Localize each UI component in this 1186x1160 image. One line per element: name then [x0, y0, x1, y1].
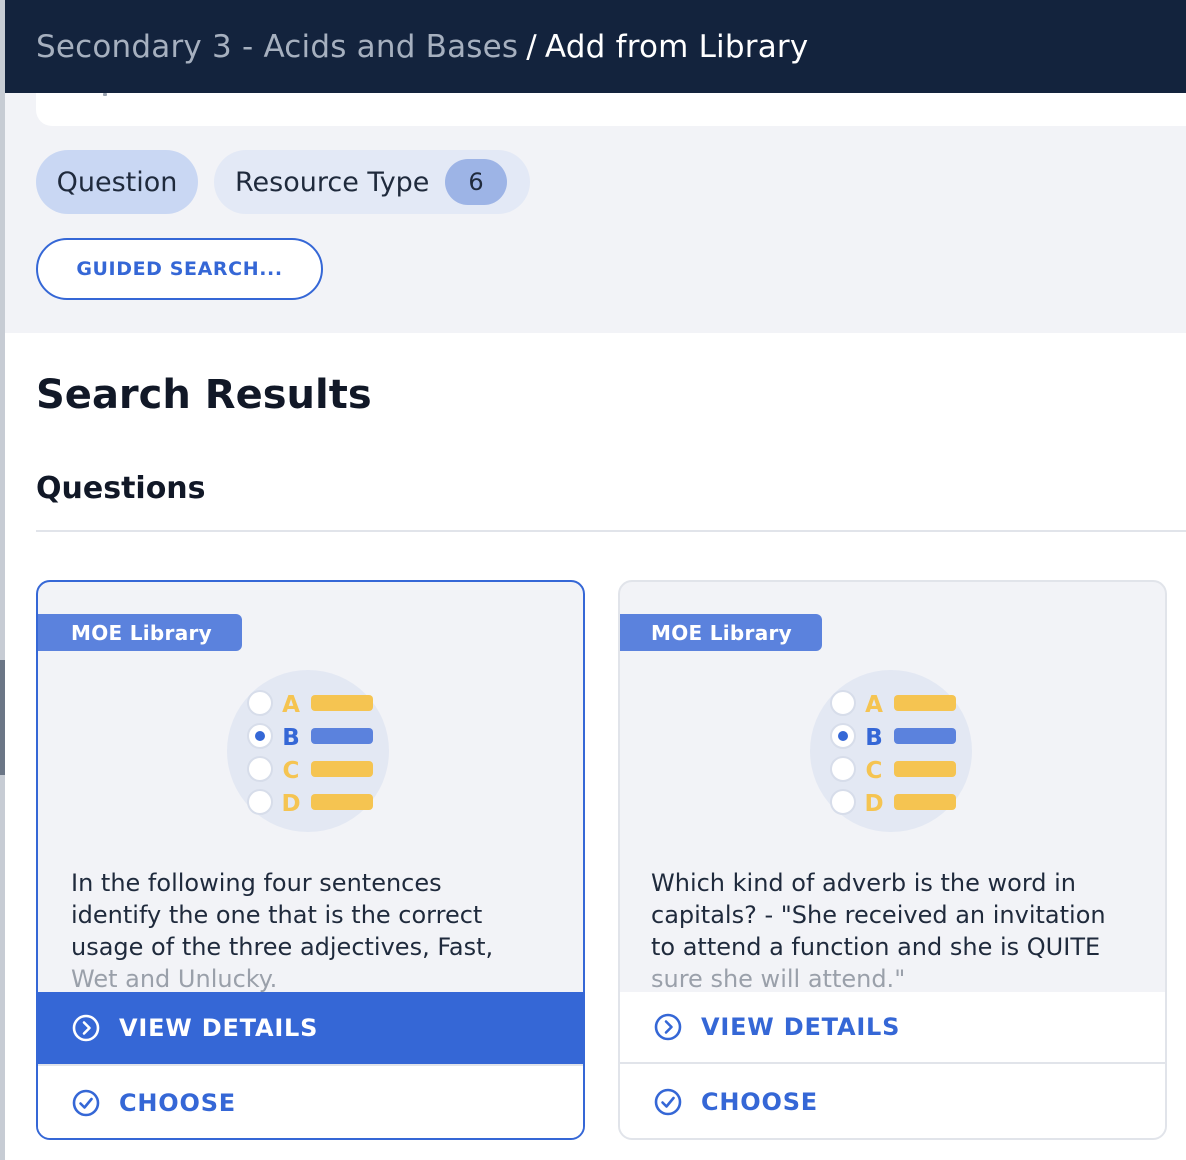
filter-chip-resource-label: Resource Type	[235, 166, 430, 198]
question-text-main: In the following four sentences identify…	[71, 869, 494, 961]
library-badge: MOE Library	[38, 614, 242, 651]
svg-text:B: B	[282, 725, 300, 751]
svg-text:C: C	[283, 758, 300, 784]
breadcrumb-course[interactable]: Secondary 3 - Acids and Bases	[36, 29, 518, 65]
question-text: Which kind of adverb is the word in capi…	[651, 867, 1121, 995]
view-details-label: VIEW DETAILS	[701, 1013, 901, 1041]
chevron-circle-right-icon	[71, 1013, 101, 1043]
multiple-choice-icon: A B C D	[810, 670, 972, 832]
modal-header: Secondary 3 - Acids and Bases / Add from…	[5, 0, 1186, 93]
filter-chip-question[interactable]: Question	[36, 150, 198, 214]
svg-text:A: A	[282, 692, 300, 718]
svg-text:D: D	[281, 791, 300, 817]
filter-panel: Question Resource Type 6 GUIDED SEARCH..…	[5, 93, 1186, 333]
question-card[interactable]: MOE Library A B C D In the following fou…	[36, 580, 585, 1140]
check-circle-icon	[653, 1087, 683, 1117]
question-text: In the following four sentences identify…	[71, 867, 531, 995]
choose-label: CHOOSE	[701, 1088, 818, 1116]
search-box-remnant[interactable]	[36, 93, 1186, 126]
page-title: Add from Library	[544, 28, 809, 65]
view-details-label: VIEW DETAILS	[119, 1014, 319, 1042]
guided-search-button[interactable]: GUIDED SEARCH...	[36, 238, 323, 300]
view-details-button[interactable]: VIEW DETAILS	[38, 992, 583, 1064]
multiple-choice-icon: A B C D	[227, 670, 389, 832]
svg-text:D: D	[864, 791, 883, 817]
question-text-faded: sure she will attend."	[651, 965, 906, 993]
section-divider	[36, 530, 1186, 532]
resource-count-badge: 6	[445, 159, 507, 205]
question-text-main: Which kind of adverb is the word in capi…	[651, 869, 1106, 961]
question-card[interactable]: MOE Library A B C D Which kind of adverb…	[618, 580, 1167, 1140]
library-badge: MOE Library	[620, 614, 822, 651]
check-circle-icon	[71, 1088, 101, 1118]
search-results-title: Search Results	[36, 372, 372, 418]
question-text-faded: Wet and Unlucky.	[71, 965, 278, 993]
svg-text:C: C	[866, 758, 883, 784]
breadcrumb-separator: /	[526, 28, 537, 65]
choose-label: CHOOSE	[119, 1089, 236, 1117]
chevron-circle-right-icon	[653, 1012, 683, 1042]
choose-button[interactable]: CHOOSE	[620, 1064, 1165, 1138]
filter-chip-resource-type[interactable]: Resource Type 6	[214, 150, 530, 214]
svg-text:B: B	[865, 725, 883, 751]
choose-button[interactable]: CHOOSE	[38, 1064, 583, 1138]
view-details-button[interactable]: VIEW DETAILS	[620, 992, 1165, 1064]
svg-text:A: A	[865, 692, 883, 718]
filter-chip-question-label: Question	[56, 166, 178, 198]
questions-section-title: Questions	[36, 471, 206, 506]
